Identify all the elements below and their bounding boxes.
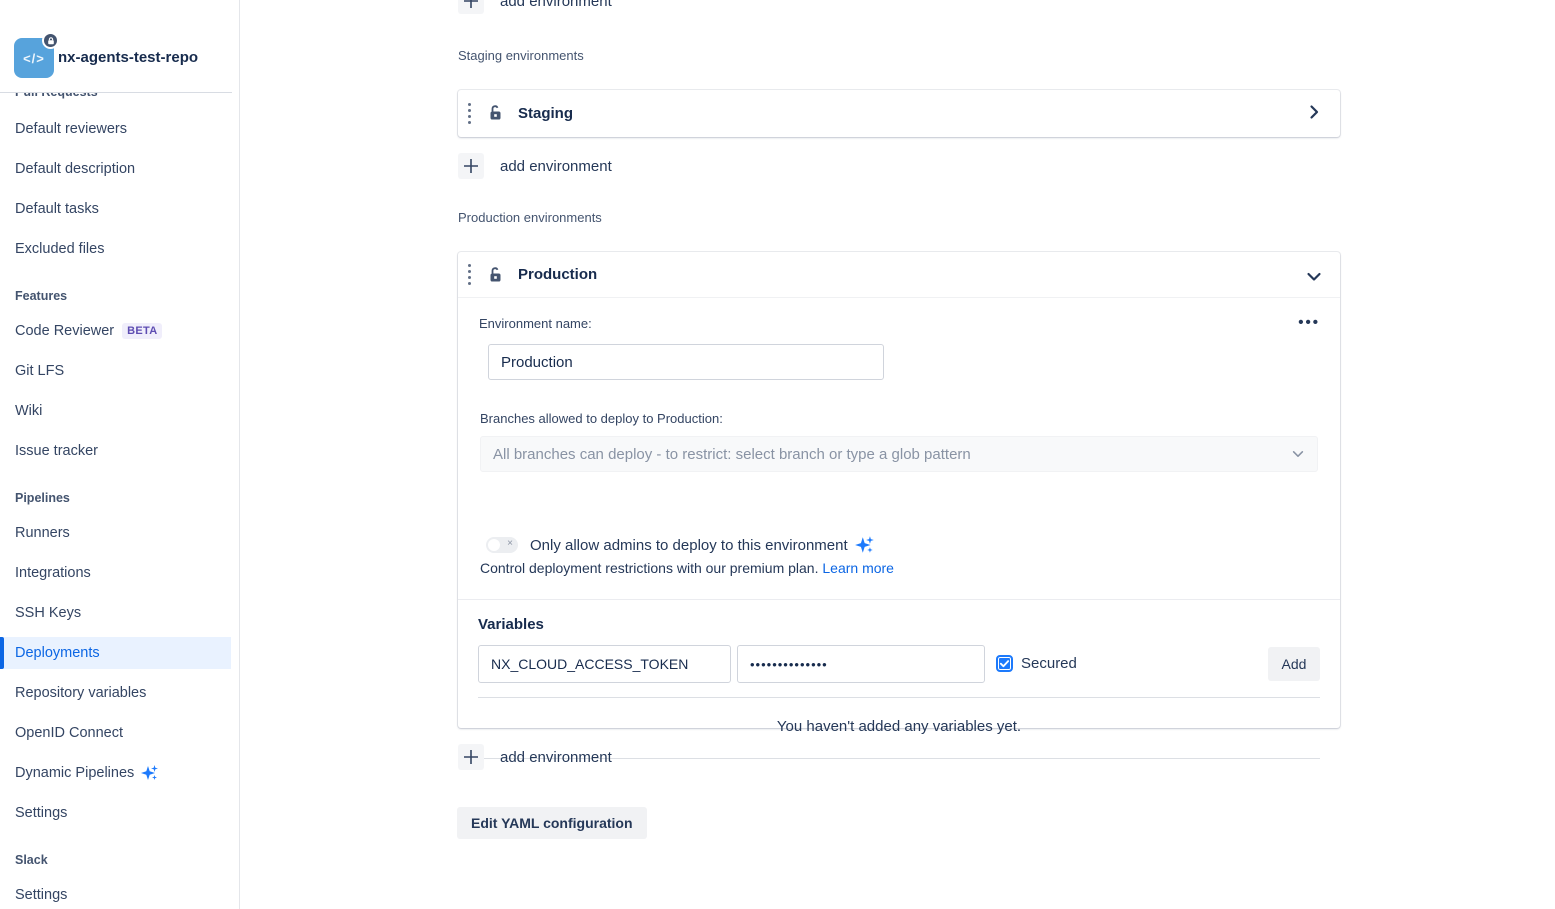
variable-value-input[interactable] [737,645,985,683]
beta-badge: BETA [122,323,162,339]
drag-handle-icon[interactable] [468,264,472,285]
toggle-off-x-icon: × [507,538,513,549]
sidebar-item-code-reviewer[interactable]: Code Reviewer BETA [0,315,231,347]
unlock-icon [486,104,504,122]
staging-environment-card: Staging [458,90,1340,137]
sidebar-item-pipelines-settings[interactable]: Settings [0,797,231,829]
edit-yaml-configuration-button[interactable]: Edit YAML configuration [457,807,647,839]
drag-handle-icon[interactable] [468,103,472,124]
sidebar-item-default-tasks[interactable]: Default tasks [0,193,231,225]
secured-checkbox[interactable] [996,655,1013,672]
environment-name-label: Environment name: [479,316,592,331]
staging-environment-header[interactable]: Staging [458,90,1340,136]
chevron-down-icon [1291,447,1305,461]
plus-icon [458,744,484,770]
variables-heading: Variables [478,616,544,633]
repo-header: </> nx-agents-test-repo [0,0,232,93]
section-header-features: Features [15,289,67,303]
deployments-settings-page: Pull Requests Default reviewers Default … [0,0,1555,909]
sidebar-item-default-description[interactable]: Default description [0,153,231,185]
private-lock-badge-icon [42,32,59,49]
learn-more-link[interactable]: Learn more [822,560,894,576]
chevron-down-icon[interactable] [1306,269,1322,285]
code-icon: </> [23,51,45,66]
chevron-right-icon[interactable] [1306,104,1322,120]
staging-group-label: Staging environments [458,48,584,63]
section-header-pipelines: Pipelines [15,491,70,505]
add-variable-button[interactable]: Add [1268,647,1320,681]
staging-environment-title: Staging [518,105,573,122]
variables-divider [478,697,1320,698]
premium-plan-note: Control deployment restrictions with our… [480,560,894,576]
sidebar-item-wiki[interactable]: Wiki [0,395,231,427]
production-environment-title: Production [518,266,597,283]
sidebar: Pull Requests Default reviewers Default … [0,0,240,909]
admins-only-toggle-label: Only allow admins to deploy to this envi… [530,537,848,554]
admins-only-toggle-row: × Only allow admins to deploy to this en… [486,534,876,556]
branch-select[interactable]: All branches can deploy - to restrict: s… [480,436,1318,472]
active-indicator-bar [0,637,4,669]
sidebar-item-slack-settings[interactable]: Settings [0,879,231,909]
secured-label: Secured [1021,655,1077,672]
variables-empty-message: You haven't added any variables yet. [478,718,1320,735]
sidebar-item-issue-tracker[interactable]: Issue tracker [0,435,231,467]
sidebar-item-openid-connect[interactable]: OpenID Connect [0,717,231,749]
sidebar-item-runners[interactable]: Runners [0,517,231,549]
sidebar-item-excluded-files[interactable]: Excluded files [0,233,231,265]
plus-icon [458,153,484,179]
unlock-icon [486,266,504,284]
production-environment-card: Production Environment name: ••• Branche… [458,252,1340,728]
sparkle-icon [140,763,160,783]
add-environment-button-staging[interactable]: add environment [458,152,612,180]
sidebar-item-repository-variables[interactable]: Repository variables [0,677,231,709]
environment-name-input[interactable] [488,344,884,380]
sidebar-item-ssh-keys[interactable]: SSH Keys [0,597,231,629]
plus-icon [458,0,484,14]
sidebar-item-default-reviewers[interactable]: Default reviewers [0,113,231,145]
section-header-slack: Slack [15,853,48,867]
admins-only-toggle[interactable]: × [486,537,518,553]
production-group-label: Production environments [458,210,602,225]
sidebar-item-integrations[interactable]: Integrations [0,557,231,589]
sparkle-icon [854,534,876,556]
section-divider [458,599,1340,600]
branches-allowed-label: Branches allowed to deploy to Production… [480,411,723,426]
more-options-icon[interactable]: ••• [1298,314,1320,331]
add-environment-button-top[interactable]: add environment [458,0,612,15]
branch-select-placeholder: All branches can deploy - to restrict: s… [493,446,971,463]
repo-name: nx-agents-test-repo [58,49,198,66]
sidebar-item-git-lfs[interactable]: Git LFS [0,355,231,387]
main-content: add environment Staging environments Sta… [240,0,1555,909]
variable-name-input[interactable] [478,645,731,683]
sidebar-item-dynamic-pipelines[interactable]: Dynamic Pipelines [0,757,231,789]
production-environment-header[interactable]: Production [458,252,1340,298]
add-environment-button-production[interactable]: add environment [458,743,612,771]
sidebar-item-deployments[interactable]: Deployments [0,637,231,669]
